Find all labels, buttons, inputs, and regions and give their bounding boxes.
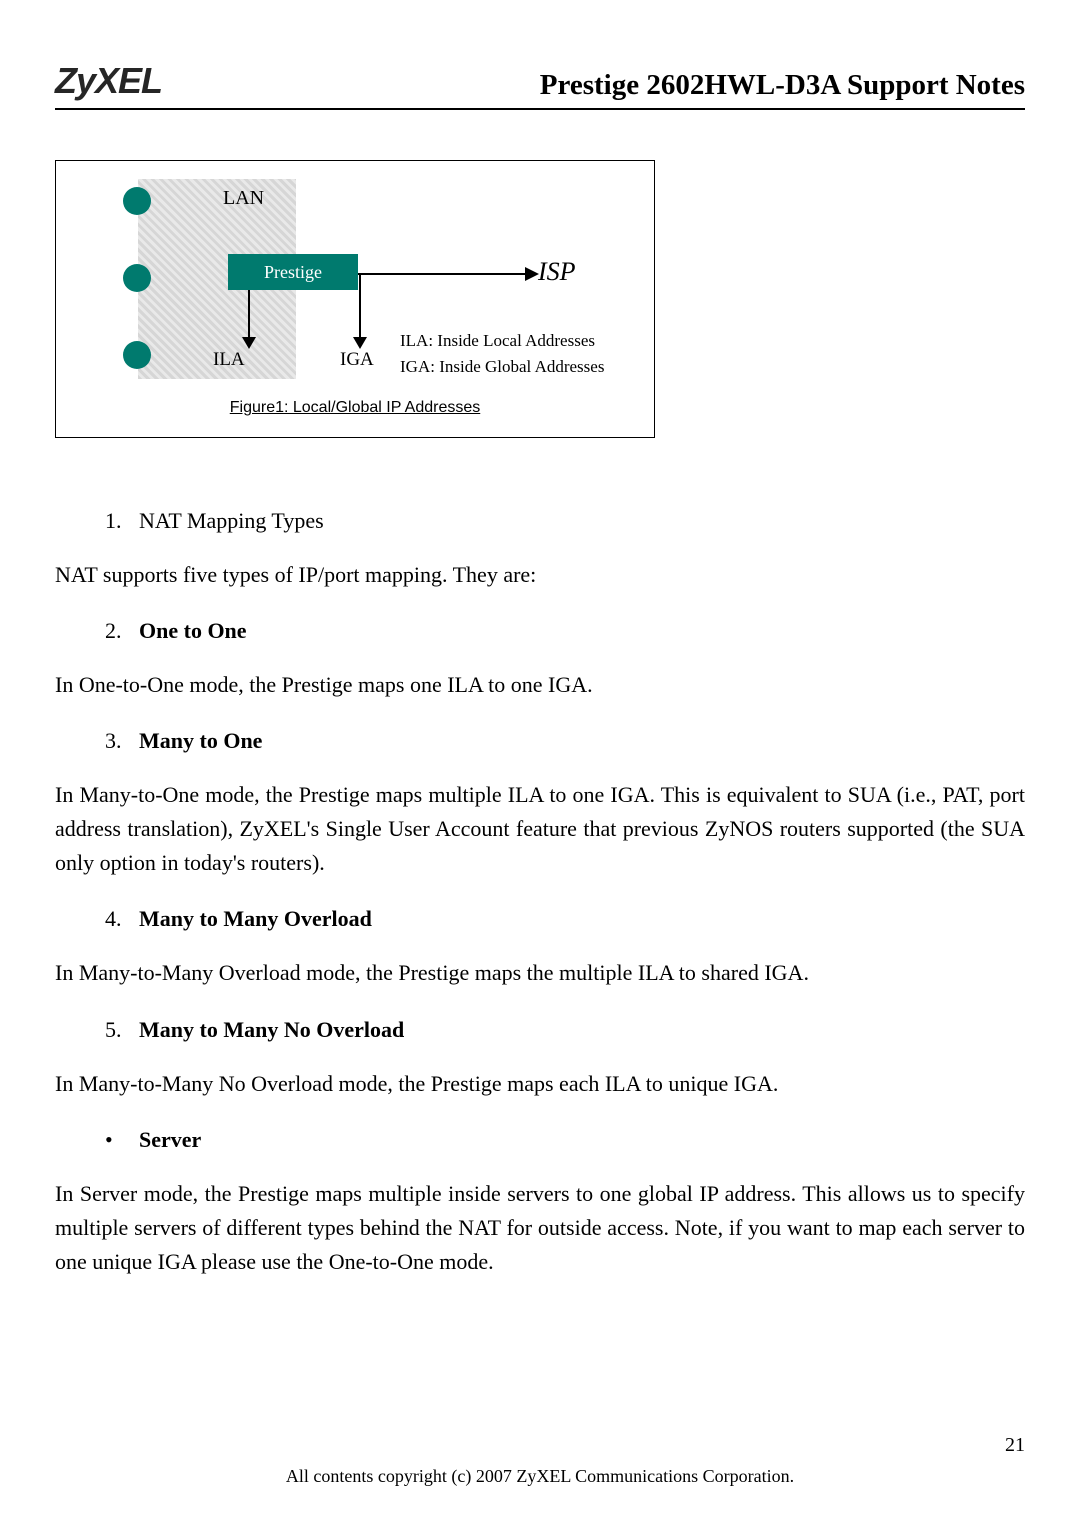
list-number: 5. [105, 1017, 139, 1043]
arrow-down-icon [242, 337, 256, 349]
list-number: 3. [105, 728, 139, 754]
paragraph: In Many-to-Many Overload mode, the Prest… [55, 956, 1025, 990]
list-number: 4. [105, 906, 139, 932]
list-number: 1. [105, 508, 139, 534]
iga-label: IGA [340, 349, 374, 371]
copyright-footer: All contents copyright (c) 2007 ZyXEL Co… [0, 1466, 1080, 1487]
lan-node-icon [123, 341, 151, 369]
paragraph: In One-to-One mode, the Prestige maps on… [55, 668, 1025, 702]
bullet-server: • Server [105, 1127, 1025, 1153]
iga-description: IGA: Inside Global Addresses [400, 357, 604, 377]
lan-node-icon [123, 264, 151, 292]
iga-connector-line [359, 292, 361, 340]
list-item-2: 2. One to One [105, 618, 1025, 644]
prestige-box: Prestige [228, 254, 358, 290]
arrow-down-icon [353, 337, 367, 349]
figure-1: LAN Prestige ISP ILA IGA ILA: Inside Loc… [55, 160, 655, 438]
iga-connector-line [359, 273, 361, 293]
list-item-3: 3. Many to One [105, 728, 1025, 754]
paragraph: In Server mode, the Prestige maps multip… [55, 1177, 1025, 1279]
lan-node-icon [123, 187, 151, 215]
list-label: NAT Mapping Types [139, 508, 324, 534]
list-number: 2. [105, 618, 139, 644]
ila-description: ILA: Inside Local Addresses [400, 331, 595, 351]
list-item-4: 4. Many to Many Overload [105, 906, 1025, 932]
ila-connector-line [248, 290, 250, 340]
paragraph: NAT supports five types of IP/port mappi… [55, 558, 1025, 592]
list-item-5: 5. Many to Many No Overload [105, 1017, 1025, 1043]
list-label: Many to One [139, 728, 262, 754]
bullet-icon: • [105, 1127, 139, 1153]
list-item-1: 1. NAT Mapping Types [105, 508, 1025, 534]
figure-caption: Figure1: Local/Global IP Addresses [78, 399, 632, 417]
ila-label: ILA [213, 349, 245, 371]
paragraph: In Many-to-Many No Overload mode, the Pr… [55, 1067, 1025, 1101]
list-label: Many to Many No Overload [139, 1017, 404, 1043]
arrow-right-icon [525, 267, 539, 281]
page-header: ZyXEL Prestige 2602HWL-D3A Support Notes [55, 60, 1025, 102]
paragraph: In Many-to-One mode, the Prestige maps m… [55, 778, 1025, 880]
bullet-label: Server [139, 1127, 201, 1153]
isp-connector-line [358, 273, 528, 275]
figure-diagram: LAN Prestige ISP ILA IGA ILA: Inside Loc… [78, 179, 632, 419]
page-title: Prestige 2602HWL-D3A Support Notes [540, 69, 1025, 102]
zyxel-logo: ZyXEL [55, 60, 162, 102]
isp-label: ISP [538, 257, 576, 287]
page-number: 21 [1005, 1434, 1025, 1457]
list-label: One to One [139, 618, 247, 644]
list-label: Many to Many Overload [139, 906, 372, 932]
header-divider [55, 108, 1025, 110]
lan-label: LAN [223, 187, 264, 210]
